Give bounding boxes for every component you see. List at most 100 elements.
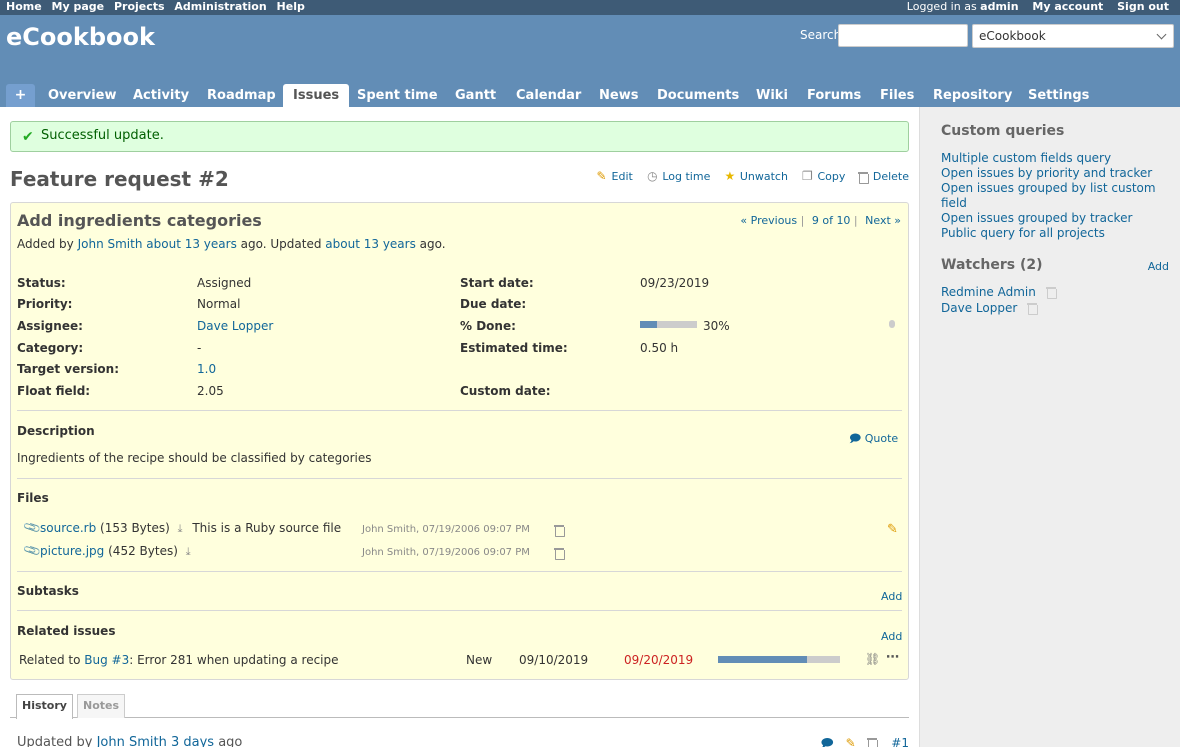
unwatch-button[interactable]: ★ Unwatch: [723, 169, 787, 183]
custom-date-label: Custom date:: [460, 384, 551, 398]
estimated-time-value: 0.50 h: [640, 341, 679, 355]
journal-ago-link[interactable]: 3 days: [171, 735, 214, 747]
delete-attachment-icon[interactable]: [554, 525, 565, 537]
header: eCookbook Search: eCookbook + Overview A…: [0, 15, 1180, 107]
chevron-down-icon: [1156, 29, 1167, 40]
tab-calendar[interactable]: Calendar: [506, 84, 591, 107]
search-input[interactable]: [838, 24, 968, 47]
new-object-button[interactable]: +: [6, 84, 35, 107]
top-menu-projects[interactable]: Projects: [114, 0, 165, 13]
download-icon[interactable]: ⤓: [178, 522, 183, 536]
related-issue-link[interactable]: Bug #3: [84, 653, 129, 667]
contextual-actions: ✎ Edit ◷ Log time ★ Unwatch ❐ Copy Delete: [586, 169, 909, 184]
attachment-link[interactable]: source.rb: [40, 521, 96, 535]
tab-activity[interactable]: Activity: [123, 84, 199, 107]
query-link[interactable]: Public query for all projects: [941, 226, 1166, 241]
assignee-link[interactable]: Dave Lopper: [197, 319, 273, 333]
next-issue-link[interactable]: Next »: [865, 214, 901, 227]
subtasks-title: Subtasks: [17, 584, 79, 598]
status-value: Assigned: [197, 276, 252, 290]
query-link[interactable]: Open issues grouped by list custom field: [941, 181, 1166, 211]
attachment-row: 📎picture.jpg (452 Bytes) ⤓: [22, 540, 197, 560]
issue-heading: Feature request #2: [10, 167, 229, 191]
download-icon[interactable]: ⤓: [186, 545, 191, 559]
paperclip-icon: 📎: [22, 517, 43, 538]
divider: [17, 410, 902, 411]
copy-button[interactable]: ❐ Copy: [800, 169, 845, 183]
add-subtask-button[interactable]: Add: [881, 590, 902, 603]
pencil-icon[interactable]: ✎: [887, 522, 898, 537]
journal-entry: Updated by John Smith 3 days ago 🗩 ✎ #1: [10, 734, 909, 747]
delete-attachment-icon[interactable]: [554, 548, 565, 560]
tab-news[interactable]: News: [589, 84, 648, 107]
watcher-link[interactable]: Dave Lopper: [941, 301, 1017, 315]
start-date-label: Start date:: [460, 276, 534, 290]
top-menu-home[interactable]: Home: [6, 0, 42, 13]
attachment-link[interactable]: picture.jpg: [40, 544, 104, 558]
float-field-label: Float field:: [17, 384, 91, 398]
log-time-button[interactable]: ◷ Log time: [645, 169, 710, 183]
unlink-icon[interactable]: ⛓: [865, 652, 880, 666]
author-link[interactable]: John Smith: [78, 237, 143, 251]
speech-bubble-icon: 🗩: [849, 432, 862, 445]
edit-label: Edit: [611, 170, 633, 183]
logged-as-user[interactable]: admin: [980, 0, 1018, 13]
quote-icon[interactable]: 🗩: [820, 736, 833, 747]
tab-notes[interactable]: Notes: [77, 694, 126, 718]
edit-button[interactable]: ✎ Edit: [595, 169, 633, 183]
more-actions-icon[interactable]: ⋯: [886, 650, 899, 665]
quote-label: Quote: [864, 432, 899, 445]
tab-repository[interactable]: Repository: [923, 84, 1022, 107]
tab-forums[interactable]: Forums: [797, 84, 871, 107]
top-menu-administration[interactable]: Administration: [174, 0, 266, 13]
top-menu-sign-out[interactable]: Sign out: [1117, 0, 1169, 13]
delete-watcher-icon[interactable]: [1027, 303, 1039, 315]
tab-overview[interactable]: Overview: [38, 84, 127, 107]
issue-navigation: « Previous | 9 of 10 | Next »: [740, 214, 901, 227]
delete-watcher-icon[interactable]: [1045, 287, 1057, 299]
added-ago-link[interactable]: about 13 years: [146, 237, 237, 251]
related-issues-title: Related issues: [17, 624, 116, 638]
trash-icon[interactable]: [867, 738, 879, 747]
top-menu-my-page[interactable]: My page: [52, 0, 105, 13]
attachment-meta: John Smith, 07/19/2006 09:07 PM: [362, 524, 530, 535]
previous-issue-link[interactable]: « Previous: [740, 214, 797, 227]
delete-button[interactable]: Delete: [857, 170, 909, 184]
added-by-text: Added by: [17, 237, 74, 251]
divider: [17, 478, 902, 479]
pencil-icon[interactable]: ✎: [846, 736, 856, 747]
add-watcher-button[interactable]: Add: [1148, 260, 1169, 273]
tab-wiki[interactable]: Wiki: [746, 84, 798, 107]
journal-number-link[interactable]: #1: [891, 736, 909, 747]
logged-as-prefix: Logged in as: [906, 0, 977, 13]
related-issue-start: 09/10/2019: [519, 653, 589, 667]
top-menu-help[interactable]: Help: [277, 0, 305, 13]
watcher-link[interactable]: Redmine Admin: [941, 285, 1036, 299]
updated-text: ago. Updated: [240, 237, 322, 251]
tab-settings[interactable]: Settings: [1018, 84, 1099, 107]
project-select[interactable]: eCookbook: [972, 24, 1174, 48]
tab-spent-time[interactable]: Spent time: [347, 84, 448, 107]
related-progress-bar: [718, 656, 840, 663]
related-progress-fill: [718, 656, 808, 663]
query-link[interactable]: Open issues by priority and tracker: [941, 166, 1166, 181]
query-link[interactable]: Multiple custom fields query: [941, 151, 1166, 166]
query-link[interactable]: Open issues grouped by tracker: [941, 211, 1166, 226]
quote-button[interactable]: 🗩 Quote: [849, 430, 898, 449]
attachment-meta: John Smith, 07/19/2006 09:07 PM: [362, 547, 530, 558]
done-ratio-bar: [640, 321, 697, 328]
add-relation-button[interactable]: Add: [881, 630, 902, 643]
tab-files[interactable]: Files: [870, 84, 924, 107]
tab-history[interactable]: History: [16, 694, 73, 719]
tab-documents[interactable]: Documents: [647, 84, 749, 107]
watchers-title: Watchers (2): [941, 257, 1043, 273]
journal-user-link[interactable]: John Smith: [97, 735, 167, 747]
issue-position-link[interactable]: 9 of 10: [812, 214, 851, 227]
tab-roadmap[interactable]: Roadmap: [197, 84, 286, 107]
updated-ago-link[interactable]: about 13 years: [325, 237, 416, 251]
tab-issues[interactable]: Issues: [283, 84, 350, 107]
top-menu-my-account[interactable]: My account: [1032, 0, 1103, 13]
issue-details: Add ingredients categories « Previous | …: [10, 202, 909, 680]
tab-gantt[interactable]: Gantt: [445, 84, 506, 107]
target-version-link[interactable]: 1.0: [197, 362, 216, 376]
